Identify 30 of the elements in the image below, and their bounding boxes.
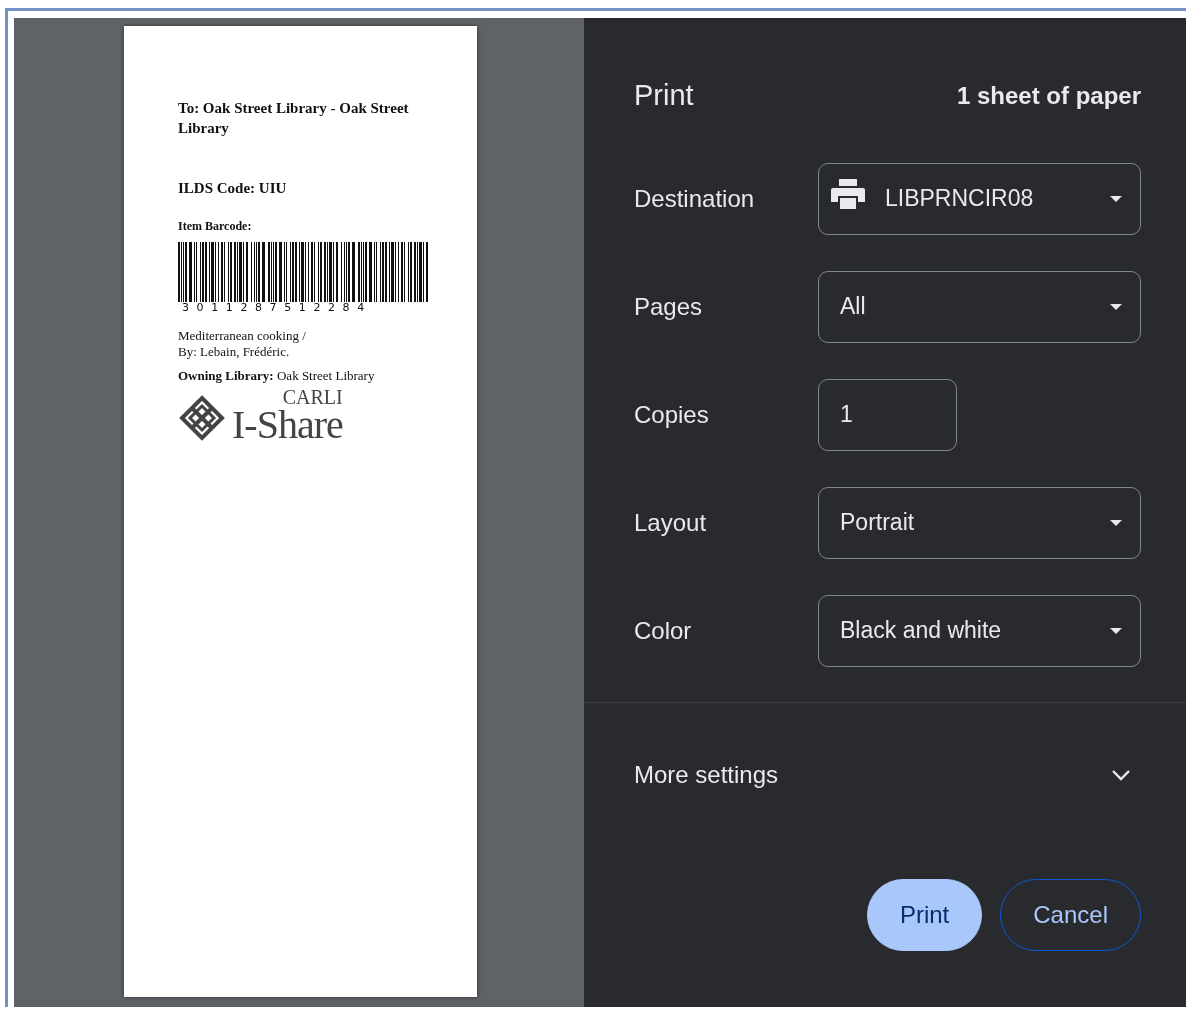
owning-library-text: Owning Library: Oak Street Library	[178, 368, 376, 384]
dropdown-select[interactable]: Black and white	[818, 594, 1141, 667]
logo-subtitle: CARLI	[281, 388, 343, 406]
dropdown-select[interactable]: Portrait	[818, 486, 1141, 559]
setting-label: Color	[634, 615, 693, 646]
dialog-title: Print	[634, 78, 694, 113]
setting-label: Layout	[634, 507, 708, 538]
logo-title: I-Share	[232, 406, 343, 444]
ilds-code-text: ILDS Code: UIU	[178, 179, 288, 198]
dropdown-select[interactable]: All	[818, 270, 1141, 343]
printer-icon	[831, 178, 865, 209]
setting-label: Copies	[634, 399, 710, 430]
destination-select[interactable]: LIBPRNCIR08	[818, 162, 1141, 235]
caret-icon	[1110, 303, 1122, 310]
knot-logo-icon	[178, 394, 226, 442]
title-text: Mediterranean cooking /	[178, 328, 307, 344]
caret-icon	[1110, 519, 1122, 526]
sheet-count: 1 sheet of paper	[956, 80, 1141, 111]
barcode-label: Item Barcode:	[178, 218, 253, 235]
caret-icon	[1110, 195, 1122, 202]
more-settings-toggle[interactable]: More settings	[634, 756, 1141, 793]
chevron-icon	[1111, 768, 1131, 781]
print-button[interactable]: Print	[866, 878, 983, 951]
recipient-text: To: Oak Street Library - Oak Street Library	[178, 99, 410, 138]
copies-field[interactable]: 1	[818, 378, 957, 451]
author-text: By: Lebain, Frédéric.	[178, 344, 291, 360]
caret-icon	[1110, 627, 1122, 634]
setting-label: Pages	[634, 291, 704, 322]
barcode-number: 3011287512284	[181, 302, 373, 314]
setting-label: Destination	[634, 183, 756, 214]
